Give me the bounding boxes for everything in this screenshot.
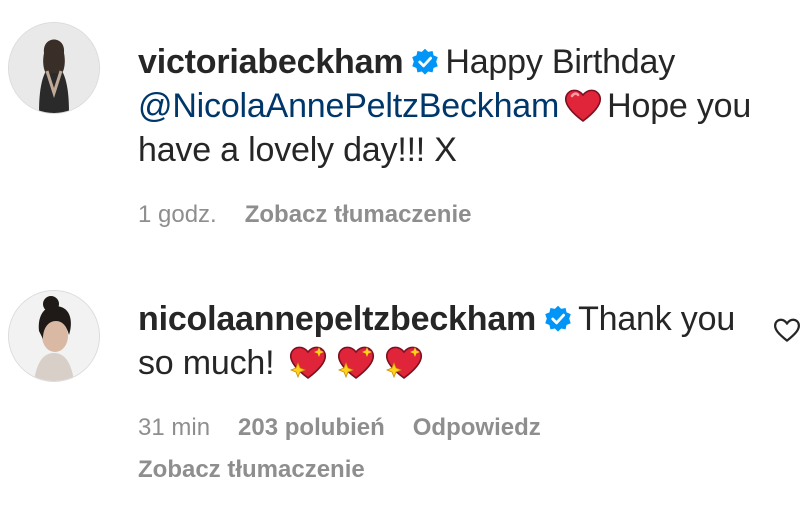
comment-meta: 1 godz. Zobacz tłumaczenie <box>138 200 758 230</box>
comment-text: nicolaannepeltzbeckham Thank you so much! <box>138 297 758 385</box>
comment-timestamp[interactable]: 1 godz. <box>138 201 217 228</box>
verified-badge-icon <box>411 48 439 76</box>
reply-button[interactable]: Odpowiedz <box>413 414 541 441</box>
verified-badge-icon <box>544 305 572 333</box>
comment-username[interactable]: nicolaannepeltzbeckham <box>138 300 536 338</box>
sparkling-heart-emoji <box>336 344 376 380</box>
mention-link[interactable]: @NicolaAnnePeltzBeckham <box>138 87 559 125</box>
see-translation-button[interactable]: Zobacz tłumaczenie <box>245 201 472 228</box>
comment-text-pre: Happy Birthday <box>445 43 676 81</box>
sparkling-heart-emoji <box>384 344 424 380</box>
sparkling-heart-emoji <box>288 344 328 380</box>
avatar-nicolaannepeltzbeckham[interactable] <box>8 290 100 382</box>
avatar-victoriabeckham[interactable] <box>8 22 100 114</box>
comment-username[interactable]: victoriabeckham <box>138 43 404 81</box>
see-translation-button[interactable]: Zobacz tłumaczenie <box>138 456 365 483</box>
comment-text: victoriabeckham Happy Birthday @NicolaAnn… <box>138 40 758 172</box>
avatar-image <box>9 23 99 113</box>
avatar-image <box>9 291 99 381</box>
likes-count-button[interactable]: 203 polubień <box>238 414 385 441</box>
red-heart-emoji <box>563 87 603 123</box>
comment-timestamp[interactable]: 31 min <box>138 414 210 441</box>
comment-meta: 31 min 203 polubień Odpowiedz <box>138 413 758 443</box>
heart-outline-icon[interactable] <box>772 315 802 345</box>
comment-meta-secondary: Zobacz tłumaczenie <box>138 455 758 485</box>
